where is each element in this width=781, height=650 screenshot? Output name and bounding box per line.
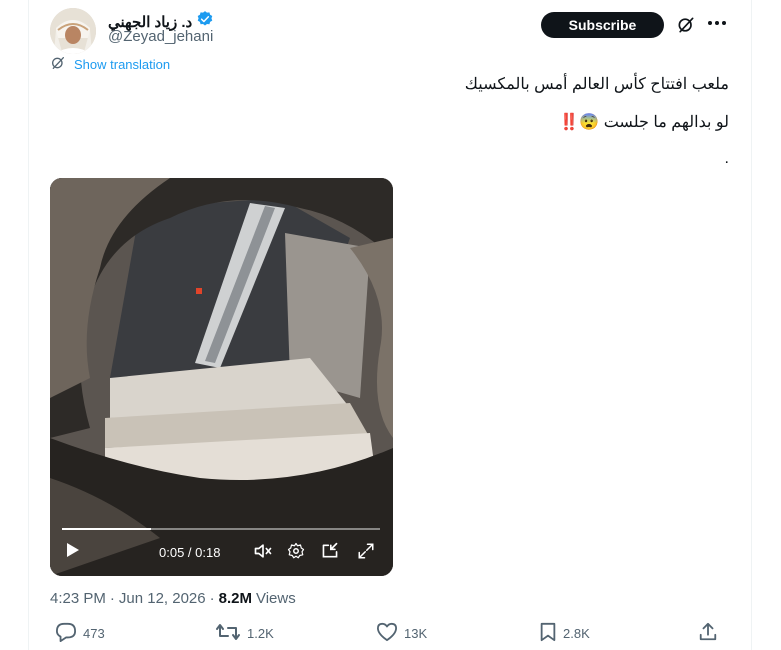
author-handle[interactable]: @Zeyad_jehani [108, 28, 213, 45]
video-progress-fill [62, 528, 152, 530]
post-text-line-1: ملعب افتتاح كأس العالم أمس بالمكسيك [464, 76, 729, 93]
post-text-line-3: . [724, 150, 729, 167]
repost-button[interactable]: 1.2K [215, 622, 274, 645]
share-icon [698, 622, 718, 645]
reply-icon [55, 622, 77, 645]
meta-separator: · [209, 590, 215, 607]
avatar[interactable] [50, 8, 96, 54]
repost-icon [215, 622, 241, 645]
meta-separator: · [109, 590, 115, 607]
repost-count: 1.2K [247, 626, 274, 641]
grok-icon[interactable] [675, 14, 697, 36]
play-icon[interactable] [66, 542, 80, 558]
bookmark-count: 2.8K [563, 626, 590, 641]
volume-icon[interactable] [253, 542, 273, 560]
post-date[interactable]: Jun 12, 2026 [119, 590, 206, 607]
video-player[interactable]: 0:05 / 0:18 [50, 178, 393, 576]
video-progress-bar[interactable] [62, 528, 380, 530]
post-text-line-2: لو بدالهم ما جلست 😨‼️ [559, 114, 729, 131]
picture-in-picture-icon[interactable] [320, 542, 340, 560]
bookmark-button[interactable]: 2.8K [539, 622, 590, 645]
views-count: 8.2M [218, 590, 252, 607]
video-controls: 0:05 / 0:18 [50, 516, 393, 576]
like-button[interactable]: 13K [376, 622, 427, 645]
like-count: 13K [404, 626, 428, 641]
action-bar: 473 1.2K 13K 2.8K [50, 622, 730, 650]
show-translation-label[interactable]: Show translation [74, 57, 170, 72]
video-time: 0:05 / 0:18 [159, 545, 221, 560]
heart-icon [376, 622, 398, 645]
post-meta: 4:23 PM · Jun 12, 2026 · 8.2M Views [50, 590, 296, 607]
more-icon[interactable] [704, 10, 730, 36]
post-time[interactable]: 4:23 PM [50, 590, 106, 607]
fullscreen-icon[interactable] [357, 542, 375, 560]
bookmark-icon [539, 622, 557, 645]
reply-count: 473 [83, 626, 105, 641]
reply-button[interactable]: 473 [55, 622, 105, 645]
settings-gear-icon[interactable] [287, 542, 305, 560]
show-translation-link[interactable]: Show translation [50, 55, 170, 74]
share-button[interactable] [698, 622, 718, 645]
translate-icon [50, 55, 66, 74]
subscribe-button[interactable]: Subscribe [541, 12, 664, 38]
views-label: Views [255, 590, 296, 607]
